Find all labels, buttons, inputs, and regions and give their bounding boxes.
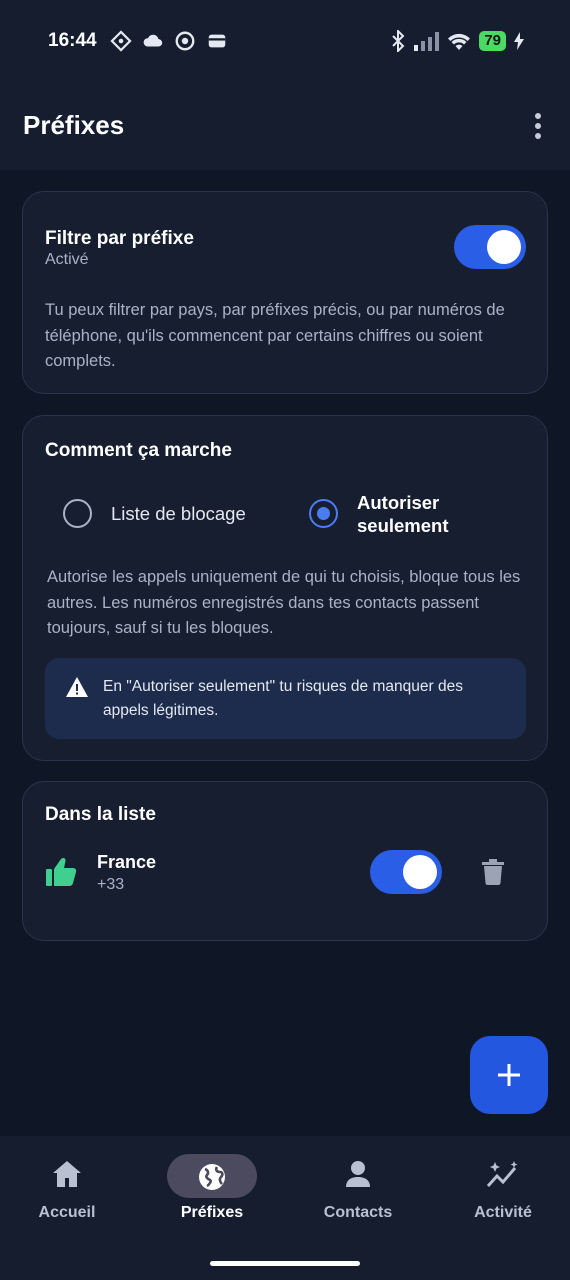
sync-icon xyxy=(175,31,195,51)
more-vert-icon[interactable] xyxy=(532,112,544,140)
cloud-icon xyxy=(143,34,163,47)
radio-blocklist-label[interactable]: Liste de blocage xyxy=(111,503,246,525)
wallet-icon xyxy=(208,34,226,48)
radio-blocklist[interactable] xyxy=(63,499,92,528)
page-title: Préfixes xyxy=(23,110,125,140)
warning-icon xyxy=(66,677,88,697)
prefix-filter-toggle[interactable] xyxy=(454,225,526,269)
home-indicator[interactable] xyxy=(210,1261,360,1266)
add-prefix-button[interactable] xyxy=(470,1036,548,1114)
nav-prefixes[interactable]: Préfixes xyxy=(141,1136,283,1246)
nav-activity[interactable]: Activité xyxy=(432,1136,570,1246)
status-system-icons: 79 xyxy=(391,30,524,52)
prefix-item-toggle[interactable] xyxy=(370,850,442,894)
signal-icon xyxy=(414,32,440,51)
nav-home[interactable]: Accueil xyxy=(0,1136,138,1246)
filter-description: Tu peux filtrer par pays, par préfixes p… xyxy=(45,301,505,370)
mode-description: Autorise les appels uniquement de qui tu… xyxy=(47,568,521,637)
country-code: +33 xyxy=(97,876,125,893)
nav-contacts-label: Contacts xyxy=(323,1204,393,1221)
prefix-filter-card: Filtre par préfixe Activé Tu peux filtre… xyxy=(22,191,548,394)
bottom-navigation: Accueil Préfixes Contacts Activité xyxy=(0,1136,570,1280)
mode-radio-group: Liste de blocage Autoriser seulement xyxy=(23,491,549,551)
status-notification-icons xyxy=(110,30,228,52)
how-title: Comment ça marche xyxy=(45,440,232,461)
filter-title: Filtre par préfixe xyxy=(45,228,194,249)
battery-level: 79 xyxy=(479,31,506,51)
status-time: 16:44 xyxy=(48,30,97,51)
nav-contacts[interactable]: Contacts xyxy=(287,1136,429,1246)
nav-home-label: Accueil xyxy=(38,1204,96,1221)
activity-icon xyxy=(486,1161,518,1188)
person-icon xyxy=(346,1161,370,1187)
radio-allow-only-label[interactable]: Autoriser seulement xyxy=(357,491,477,537)
warning-banner: En "Autoriser seulement" tu risques de m… xyxy=(45,658,526,739)
bluetooth-icon xyxy=(392,30,405,52)
wifi-icon xyxy=(448,33,471,50)
nav-prefixes-label: Préfixes xyxy=(180,1204,244,1221)
list-title: Dans la liste xyxy=(45,804,156,825)
country-name: France xyxy=(97,852,157,872)
prefix-list-card: Dans la liste France +33 xyxy=(22,781,548,941)
globe-icon xyxy=(199,1164,225,1190)
status-bar: 16:44 79 xyxy=(0,0,570,82)
app-bar: Préfixes xyxy=(0,82,570,170)
settings-diamond-icon xyxy=(110,30,132,52)
how-it-works-card: Comment ça marche Liste de blocage Autor… xyxy=(22,415,548,761)
delete-icon[interactable] xyxy=(482,859,504,885)
home-icon xyxy=(53,1161,81,1187)
nav-activity-label: Activité xyxy=(474,1204,532,1221)
thumb-up-icon xyxy=(46,857,77,886)
charging-icon xyxy=(514,32,524,50)
toggle-knob xyxy=(487,230,521,264)
filter-status: Activé xyxy=(45,251,89,268)
warning-text: En "Autoriser seulement" tu risques de m… xyxy=(103,678,463,719)
radio-allow-only[interactable] xyxy=(309,499,338,528)
radio-selected-dot xyxy=(316,506,330,520)
toggle-knob xyxy=(403,855,437,889)
plus-icon xyxy=(498,1064,520,1086)
